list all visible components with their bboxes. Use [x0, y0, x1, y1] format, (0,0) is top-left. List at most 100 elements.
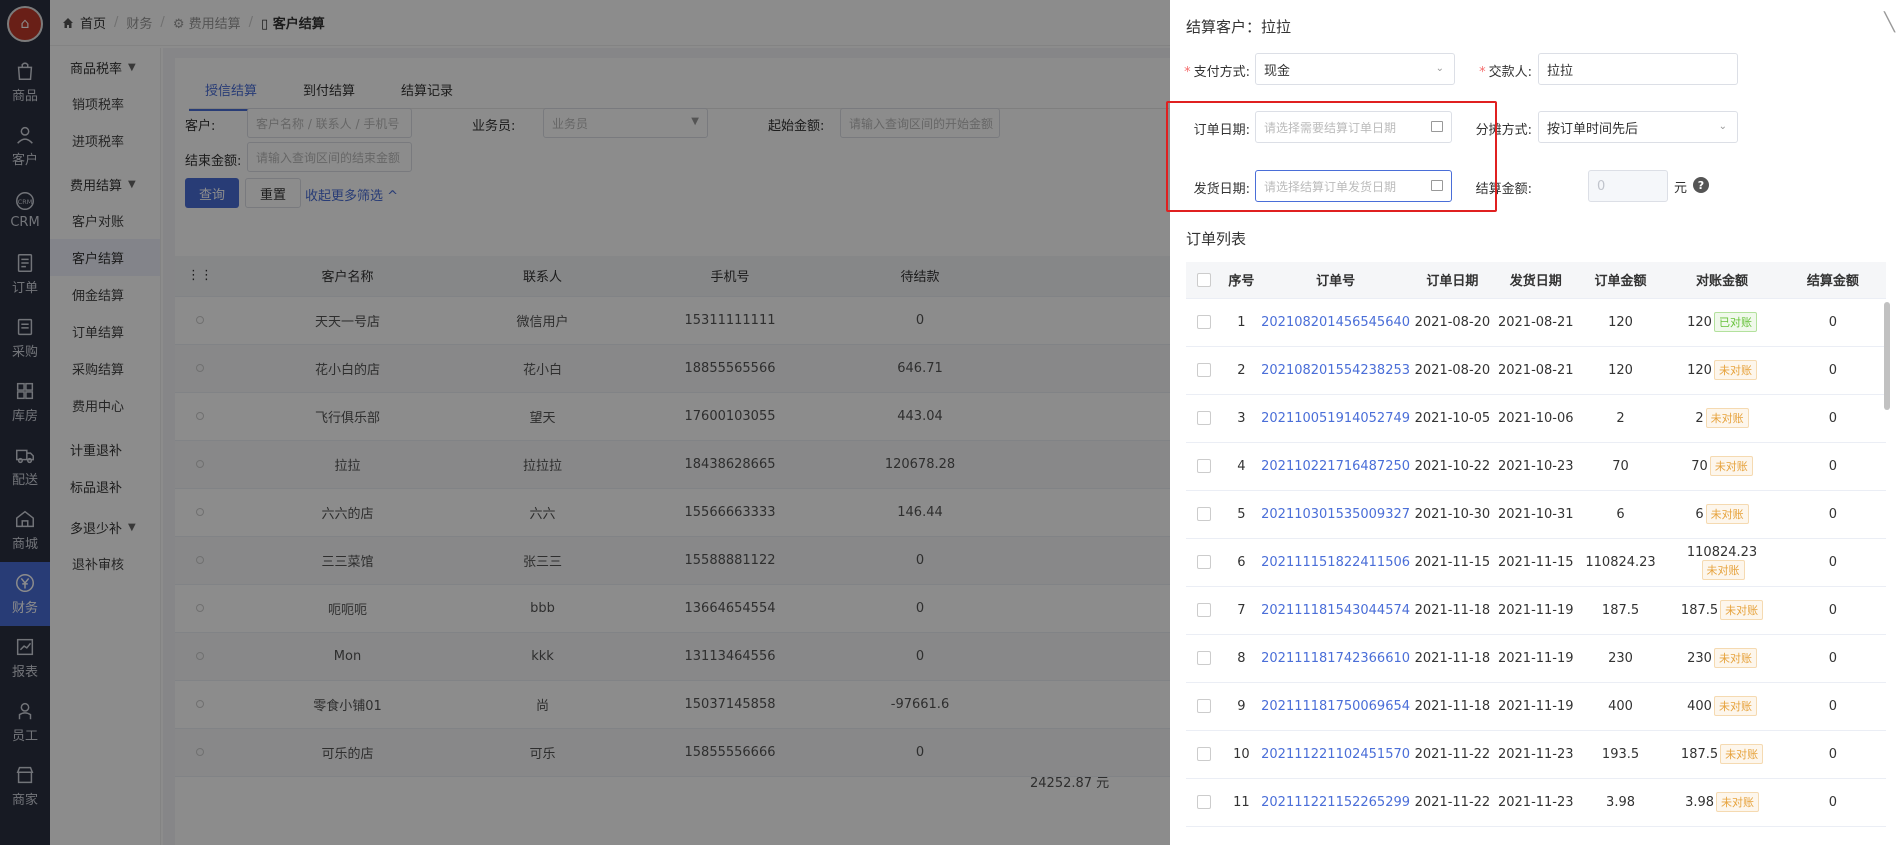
- settle-amount: 0: [1779, 442, 1886, 491]
- order-row[interactable]: 3 202110051914052749 2021-10-05 2021-10-06 2…: [1186, 394, 1886, 443]
- column-header: 发货日期: [1494, 262, 1577, 299]
- reconcile-value: 110824.23: [1686, 544, 1758, 560]
- order-index: 8: [1221, 634, 1262, 683]
- pay-method-label: * 支付方式:: [1184, 65, 1250, 80]
- row-checkbox[interactable]: [1186, 682, 1222, 731]
- row-checkbox[interactable]: [1186, 490, 1222, 539]
- drawer-title: 结算客户：拉拉: [1186, 18, 1292, 36]
- payer-label: * 交款人:: [1479, 65, 1532, 80]
- reconcile-status-badge: 未对账: [1709, 456, 1753, 476]
- order-index: 5: [1221, 490, 1262, 539]
- column-header: 对账金额: [1664, 262, 1780, 299]
- reconcile-status-badge: 未对账: [1705, 504, 1749, 524]
- order-index: 11: [1221, 778, 1262, 827]
- order-number-link[interactable]: 202108201554238253: [1261, 346, 1411, 395]
- row-checkbox[interactable]: [1186, 538, 1222, 587]
- order-number-link[interactable]: 202110221716487250: [1261, 442, 1411, 491]
- order-index: 10: [1221, 730, 1262, 779]
- reconcile-amount: 2 未对账: [1664, 394, 1780, 443]
- column-header: 订单金额: [1576, 262, 1665, 299]
- reconcile-amount: 230 未对账: [1664, 634, 1780, 683]
- order-amount: 3.98: [1576, 778, 1665, 827]
- row-checkbox[interactable]: [1186, 298, 1222, 347]
- reconcile-status-badge: 已对账: [1713, 312, 1757, 332]
- order-row[interactable]: 6 202111151822411506 2021-11-15 2021-11-15 1…: [1186, 538, 1886, 587]
- order-number-link[interactable]: 202111221102451570: [1261, 730, 1411, 779]
- reconcile-value: 2: [1695, 411, 1704, 426]
- order-amount: 230: [1576, 634, 1665, 683]
- reconcile-value: 230: [1687, 651, 1712, 666]
- order-row[interactable]: 2 202108201554238253 2021-08-20 2021-08-21 1…: [1186, 346, 1886, 395]
- reconcile-amount: 110824.23 未对账: [1664, 538, 1780, 587]
- ship-date: 2021-11-15: [1494, 538, 1577, 587]
- order-date: 2021-11-18: [1410, 634, 1495, 683]
- reconcile-amount: 70 未对账: [1664, 442, 1780, 491]
- row-checkbox[interactable]: [1186, 778, 1222, 827]
- reconcile-value: 6: [1695, 507, 1704, 522]
- reconcile-amount: 120 未对账: [1664, 346, 1780, 395]
- payer-input[interactable]: 拉拉: [1538, 53, 1738, 85]
- order-table: 序号 订单号 订单日期 发货日期 订单金额 对账金额 结算金额 1 2021082…: [1186, 262, 1886, 827]
- reconcile-amount: 187.5 未对账: [1664, 586, 1780, 635]
- reconcile-amount: 187.5 未对账: [1664, 730, 1780, 779]
- order-date: 2021-11-22: [1410, 778, 1495, 827]
- order-number-link[interactable]: 202111151822411506: [1261, 538, 1411, 587]
- reconcile-value: 70: [1691, 459, 1708, 474]
- reconcile-status-badge: 未对账: [1716, 792, 1760, 812]
- chevron-down-icon: ⌄: [1435, 63, 1444, 74]
- row-checkbox[interactable]: [1186, 586, 1222, 635]
- row-checkbox[interactable]: [1186, 730, 1222, 779]
- order-row[interactable]: 8 202111181742366610 2021-11-18 2021-11-19 2…: [1186, 634, 1886, 683]
- order-date: 2021-08-20: [1410, 346, 1495, 395]
- modal-overlay[interactable]: [0, 0, 1170, 845]
- order-number-link[interactable]: 202108201456545640: [1261, 298, 1411, 347]
- order-index: 3: [1221, 394, 1262, 443]
- ship-date: 2021-11-23: [1494, 730, 1577, 779]
- reconcile-value: 120: [1687, 315, 1712, 330]
- ship-date: 2021-11-19: [1494, 682, 1577, 731]
- amount-unit: 元: [1674, 181, 1688, 196]
- order-number-link[interactable]: 202111181742366610: [1261, 634, 1411, 683]
- order-row[interactable]: 5 202110301535009327 2021-10-30 2021-10-31 6…: [1186, 490, 1886, 539]
- reconcile-status-badge: 未对账: [1720, 744, 1764, 764]
- ship-date: 2021-08-21: [1494, 298, 1577, 347]
- order-amount: 187.5: [1576, 586, 1665, 635]
- scrollbar[interactable]: [1884, 302, 1890, 410]
- select-all-checkbox[interactable]: [1186, 262, 1222, 299]
- order-row[interactable]: 1 202108201456545640 2021-08-20 2021-08-21 1…: [1186, 298, 1886, 347]
- order-number-link[interactable]: 202110051914052749: [1261, 394, 1411, 443]
- settle-amount: 0: [1779, 586, 1886, 635]
- row-checkbox[interactable]: [1186, 394, 1222, 443]
- ship-date: 2021-11-19: [1494, 634, 1577, 683]
- reconcile-status-badge: 未对账: [1713, 648, 1757, 668]
- close-icon[interactable]: ╲: [1884, 12, 1895, 33]
- order-row[interactable]: 11 202111221152265299 2021-11-22 2021-11-23…: [1186, 778, 1886, 827]
- allocation-select[interactable]: 按订单时间先后 ⌄: [1538, 111, 1738, 143]
- order-row[interactable]: 7 202111181543044574 2021-11-18 2021-11-19 1…: [1186, 586, 1886, 635]
- order-row[interactable]: 10 202111221102451570 2021-11-22 2021-11-23…: [1186, 730, 1886, 779]
- order-date: 2021-10-05: [1410, 394, 1495, 443]
- row-checkbox[interactable]: [1186, 634, 1222, 683]
- reconcile-status-badge: 未对账: [1713, 360, 1757, 380]
- column-header: 结算金额: [1779, 262, 1886, 299]
- order-date: 2021-08-20: [1410, 298, 1495, 347]
- column-header: 订单日期: [1410, 262, 1495, 299]
- order-number-link[interactable]: 202110301535009327: [1261, 490, 1411, 539]
- order-row[interactable]: 9 202111181750069654 2021-11-18 2021-11-19 4…: [1186, 682, 1886, 731]
- order-number-link[interactable]: 202111221152265299: [1261, 778, 1411, 827]
- ship-date: 2021-11-19: [1494, 586, 1577, 635]
- settle-amount-input: 0: [1588, 170, 1668, 202]
- order-number-link[interactable]: 202111181543044574: [1261, 586, 1411, 635]
- order-amount: 193.5: [1576, 730, 1665, 779]
- order-list-title: 订单列表: [1186, 230, 1247, 248]
- order-index: 7: [1221, 586, 1262, 635]
- help-icon[interactable]: ?: [1693, 177, 1709, 193]
- order-amount: 70: [1576, 442, 1665, 491]
- order-amount: 120: [1576, 346, 1665, 395]
- row-checkbox[interactable]: [1186, 346, 1222, 395]
- row-checkbox[interactable]: [1186, 442, 1222, 491]
- ship-date: 2021-10-23: [1494, 442, 1577, 491]
- pay-method-select[interactable]: 现金 ⌄: [1255, 53, 1455, 85]
- order-number-link[interactable]: 202111181750069654: [1261, 682, 1411, 731]
- order-row[interactable]: 4 202110221716487250 2021-10-22 2021-10-23 7…: [1186, 442, 1886, 491]
